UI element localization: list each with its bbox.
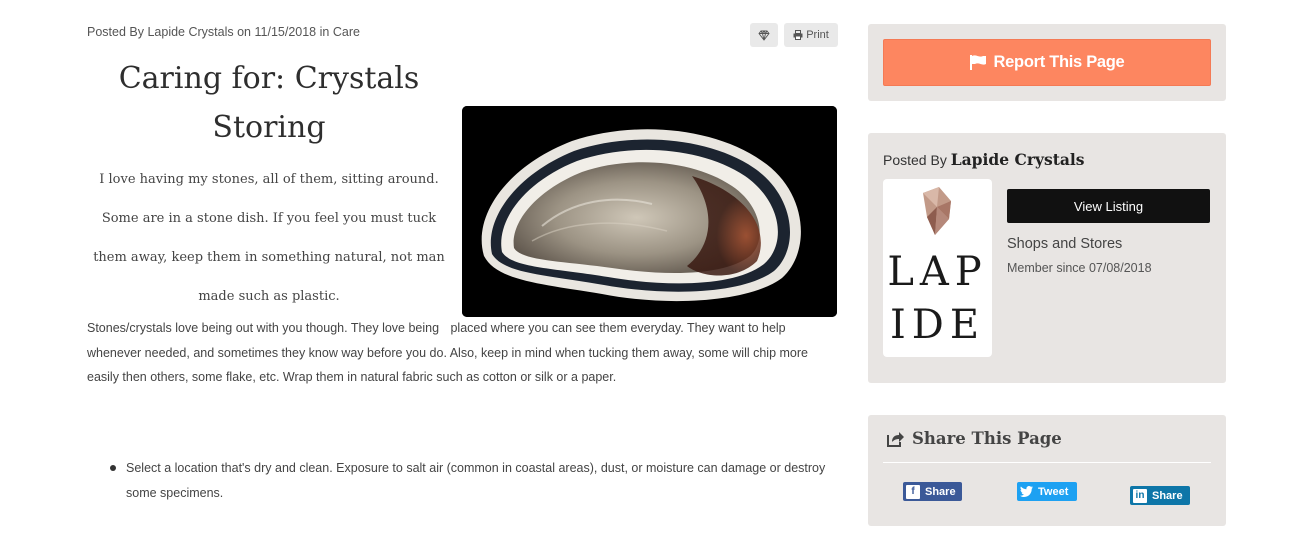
meta-in: in bbox=[319, 25, 330, 39]
linkedin-icon: in bbox=[1133, 488, 1147, 503]
save-gem-button[interactable] bbox=[750, 23, 778, 47]
list-item: Select a location that's dry and clean. … bbox=[108, 456, 828, 505]
print-button[interactable]: Print bbox=[784, 23, 838, 47]
linkedin-share-button[interactable]: in Share bbox=[1130, 486, 1190, 505]
report-card: Report This Page bbox=[868, 24, 1226, 101]
title-line-1: Caring for: Crystals bbox=[118, 61, 420, 96]
gem-icon bbox=[758, 29, 770, 41]
article-title: Caring for: Crystals Storing bbox=[87, 54, 451, 152]
share-icon bbox=[887, 431, 904, 447]
share-divider bbox=[883, 462, 1211, 463]
meta-date: 11/15/2018 bbox=[254, 25, 317, 39]
flag-icon bbox=[969, 55, 986, 70]
facebook-share-button[interactable]: f Share bbox=[903, 482, 962, 501]
body-paragraph: Stones/crystals love being out with you … bbox=[87, 316, 837, 390]
body-first-line: Stones/crystals love being out with you … bbox=[87, 321, 440, 335]
crystal-logo-icon bbox=[923, 187, 951, 235]
intro-paragraph: I love having my stones, all of them, si… bbox=[93, 172, 445, 304]
twitter-tweet-button[interactable]: Tweet bbox=[1017, 482, 1077, 501]
facebook-share-label: Share bbox=[925, 485, 956, 498]
print-icon bbox=[793, 30, 803, 40]
listing-category: Shops and Stores bbox=[1007, 236, 1123, 252]
poster-name-link[interactable]: Lapide Crystals bbox=[951, 150, 1085, 169]
report-page-button[interactable]: Report This Page bbox=[883, 39, 1211, 86]
geode-image bbox=[462, 106, 837, 317]
share-card: Share This Page f Share Tweet in Share bbox=[868, 415, 1226, 526]
facebook-icon: f bbox=[906, 484, 920, 499]
posted-by-line: Posted By Lapide Crystals bbox=[883, 150, 1085, 169]
meta-category-link[interactable]: Care bbox=[333, 25, 360, 39]
share-title: Share This Page bbox=[912, 429, 1062, 448]
linkedin-share-label: Share bbox=[1152, 489, 1183, 502]
twitter-tweet-label: Tweet bbox=[1038, 485, 1069, 498]
posted-by-prefix: Posted By bbox=[883, 152, 947, 168]
view-listing-button[interactable]: View Listing bbox=[1007, 189, 1210, 223]
member-since: Member since 07/08/2018 bbox=[1007, 261, 1152, 275]
share-header: Share This Page bbox=[886, 429, 1062, 448]
print-label: Print bbox=[806, 29, 829, 41]
article-actions: Print bbox=[750, 23, 838, 47]
logo-line-1: LAP bbox=[887, 249, 988, 295]
twitter-icon bbox=[1020, 486, 1033, 497]
logo-line-2: IDE bbox=[889, 302, 986, 348]
title-line-2: Storing bbox=[212, 110, 326, 145]
post-meta: Posted By Lapide Crystals on 11/15/2018 … bbox=[87, 25, 360, 39]
poster-card: Posted By Lapide Crystals LAP IDE View L… bbox=[868, 133, 1226, 383]
meta-on: on bbox=[237, 25, 252, 39]
meta-author-link[interactable]: Lapide Crystals bbox=[147, 25, 233, 39]
tips-list: Select a location that's dry and clean. … bbox=[108, 456, 828, 505]
meta-prefix: Posted By bbox=[87, 25, 144, 39]
poster-logo[interactable]: LAP IDE bbox=[883, 179, 992, 357]
report-label: Report This Page bbox=[993, 53, 1125, 71]
